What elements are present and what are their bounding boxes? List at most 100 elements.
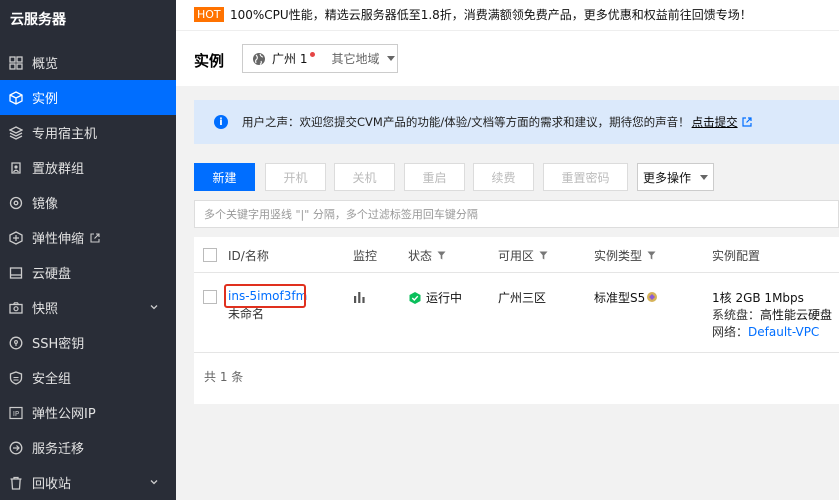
sidebar-item-recycle-bin[interactable]: 回收站: [0, 465, 176, 500]
sidebar-item-placement-group[interactable]: 置放群组: [0, 150, 176, 185]
header-status[interactable]: 状态: [408, 247, 446, 264]
renew-button[interactable]: 续费: [473, 163, 534, 191]
chevron-down-icon: [150, 480, 158, 485]
sidebar-item-label: 云硬盘: [32, 267, 72, 282]
config-disk: 系统盘：高性能云硬盘: [712, 306, 832, 323]
annotation-highlight: [224, 284, 306, 308]
sidebar-item-label: 弹性公网IP: [32, 407, 96, 422]
globe-icon: [253, 52, 265, 65]
sidebar-item-security-group[interactable]: 安全组: [0, 360, 176, 395]
zone-cell: 广州三区: [498, 291, 547, 305]
trash-icon: [9, 476, 23, 490]
header-type[interactable]: 实例类型: [594, 247, 656, 264]
sidebar-item-cloud-disk[interactable]: 云硬盘: [0, 255, 176, 290]
filter-icon[interactable]: [437, 251, 446, 260]
vpc-link[interactable]: Default-VPC: [748, 325, 819, 339]
region-other[interactable]: 其它地域: [331, 50, 379, 67]
select-all-checkbox[interactable]: [203, 248, 217, 262]
restart-button[interactable]: 重启: [404, 163, 465, 191]
sidebar-item-label: 镜像: [32, 197, 59, 212]
config-network: 网络：Default-VPC: [712, 323, 819, 340]
header-status-label: 状态: [408, 249, 433, 263]
region-current[interactable]: 广州 1: [272, 50, 307, 67]
cube-icon: [9, 90, 23, 105]
migrate-icon: [9, 441, 23, 455]
bar-chart-icon[interactable]: [353, 290, 367, 304]
search-placeholder: 多个关键字用竖线 "|" 分隔，多个过滤标签用回车键分隔: [204, 208, 478, 221]
sidebar-item-image[interactable]: 镜像: [0, 185, 176, 220]
sidebar-item-label: 概览: [32, 57, 59, 72]
group-icon: [9, 161, 23, 175]
sidebar-item-dedicated-host[interactable]: 专用宿主机: [0, 115, 176, 150]
sidebar-item-label: 弹性伸缩: [32, 232, 85, 247]
sidebar-item-label: 专用宿主机: [32, 127, 98, 142]
search-input[interactable]: 多个关键字用竖线 "|" 分隔，多个过滤标签用回车键分隔: [194, 200, 839, 228]
page-title: 实例: [194, 52, 225, 70]
sidebar-item-migration[interactable]: 服务迁移: [0, 430, 176, 465]
caret-down-icon: [387, 56, 396, 61]
header-monitor: 监控: [353, 249, 378, 263]
sidebar-item-ssh-key[interactable]: SSH密钥: [0, 325, 176, 360]
page-header: 实例 广州 1 其它地域: [176, 30, 839, 86]
promo-text[interactable]: 100%CPU性能，精选云服务器低至1.8折，消费满额领免费产品，更多优惠和权益…: [230, 6, 752, 23]
sidebar-item-label: 快照: [32, 302, 59, 317]
start-button[interactable]: 开机: [265, 163, 326, 191]
sidebar: 云服务器 概览 实例 专用宿主机 置放群组 镜像 弹性伸缩 云硬盘 快照 SSH…: [0, 0, 176, 500]
hot-badge: HOT: [194, 7, 224, 22]
sidebar-item-eip[interactable]: IP 弹性公网IP: [0, 395, 176, 430]
header-type-label: 实例类型: [594, 249, 643, 263]
header-config: 实例配置: [712, 249, 761, 263]
reset-password-button[interactable]: 重置密码: [543, 163, 628, 191]
sidebar-item-instances[interactable]: 实例: [0, 80, 176, 115]
network-label: 网络：: [712, 325, 749, 339]
s5-badge-icon: [647, 292, 658, 302]
region-selector[interactable]: 广州 1 其它地域: [242, 44, 398, 73]
promo-bar[interactable]: HOT 100%CPU性能，精选云服务器低至1.8折，消费满额领免费产品，更多优…: [176, 0, 839, 30]
chevron-down-icon: [150, 305, 158, 310]
sidebar-item-label: 回收站: [32, 477, 72, 492]
sidebar-item-snapshot[interactable]: 快照: [0, 290, 176, 325]
sidebar-item-overview[interactable]: 概览: [0, 45, 176, 80]
ip-icon: IP: [9, 406, 23, 420]
more-actions-label: 更多操作: [642, 170, 691, 185]
stop-button[interactable]: 关机: [334, 163, 395, 191]
action-toolbar: 新建 开机 关机 重启 续费 重置密码 更多操作: [194, 163, 839, 191]
sidebar-title: 云服务器: [10, 12, 66, 28]
feedback-notice: i 用户之声：欢迎您提交CVM产品的功能/体验/文档等方面的需求和建议，期待您的…: [194, 100, 839, 144]
sidebar-item-label: SSH密钥: [32, 337, 85, 352]
external-link-icon: [741, 117, 752, 127]
instance-type-text: 标准型S5: [594, 291, 646, 305]
external-link-icon: [90, 232, 100, 243]
header-id: ID/名称: [228, 249, 269, 263]
status-cell: 运行中: [408, 289, 462, 306]
scale-icon: [9, 230, 23, 245]
sidebar-item-label: 安全组: [32, 372, 72, 387]
disk-label: 系统盘：: [712, 308, 761, 322]
status-text: 运行中: [426, 291, 463, 305]
row-checkbox[interactable]: [203, 290, 217, 304]
filter-icon[interactable]: [539, 251, 548, 260]
header-zone-label: 可用区: [498, 249, 535, 263]
header-zone[interactable]: 可用区: [498, 247, 548, 264]
disc-icon: [9, 196, 23, 210]
new-instance-button[interactable]: 新建: [194, 163, 255, 191]
svg-text:IP: IP: [13, 410, 19, 418]
more-actions-button[interactable]: 更多操作: [637, 163, 714, 191]
running-status-icon: [409, 291, 421, 304]
disk-icon: [9, 266, 23, 280]
shield-icon: [9, 370, 23, 385]
type-cell: 标准型S5: [594, 289, 658, 306]
sidebar-item-auto-scaling[interactable]: 弹性伸缩: [0, 220, 176, 255]
instance-table: ID/名称 监控 状态 可用区 实例类型 实例配置 ins-5imof3fm 未…: [194, 237, 839, 404]
sidebar-item-label: 置放群组: [32, 162, 85, 177]
table-header: ID/名称 监控 状态 可用区 实例类型 实例配置: [194, 237, 839, 273]
key-icon: [9, 336, 23, 350]
notification-dot: [310, 52, 316, 57]
total-count: 共 1 条: [204, 370, 244, 384]
layers-icon: [9, 125, 23, 140]
info-icon: i: [214, 115, 228, 129]
main-content: HOT 100%CPU性能，精选云服务器低至1.8折，消费满额领免费产品，更多优…: [176, 0, 839, 500]
submit-feedback-link[interactable]: 点击提交: [692, 114, 738, 130]
caret-down-icon: [700, 174, 708, 180]
filter-icon[interactable]: [647, 251, 656, 260]
